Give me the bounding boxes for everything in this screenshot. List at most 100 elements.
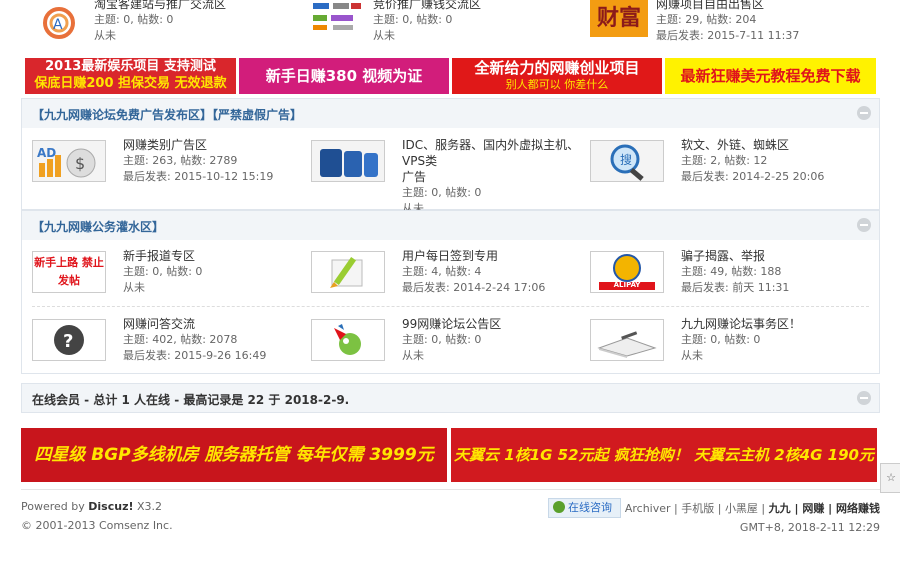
ad-line1: 全新给力的网赚创业项目 (474, 59, 640, 77)
ad-line2: 保底日赚200 担保交易 无效退款 (34, 76, 227, 91)
forum-scam[interactable]: ALIPAY 骗子揭露、举报 主题: 49, 帖数: 188 最后发表: 前天 … (590, 248, 870, 304)
forum-last: 从未 (123, 281, 145, 294)
section-header-free-ads: 【九九网赚论坛免费广告发布区】【严禁虚假广告】 (21, 98, 880, 129)
forum-stat: 主题: 0, 帖数: 0 (373, 13, 453, 26)
svg-text:搜: 搜 (620, 152, 632, 167)
forum-stat: 主题: 0, 帖数: 0 (681, 333, 761, 346)
online-members-bar: 在线会员 - 总计 1 人在线 - 最高记录是 22 于 2018-2-9. (21, 383, 880, 413)
bidding-logos-icon (311, 0, 363, 33)
section-title[interactable]: 【九九网赚论坛免费广告发布区】【严禁虚假广告】 (32, 106, 302, 123)
ad-money-icon: AD $ (32, 140, 106, 182)
forum-stat: 主题: 29, 帖数: 204 (656, 13, 757, 26)
ad-line2: 别人都可以 你差什么 (505, 78, 609, 91)
forum-last: 最后发表: 2014-2-24 17:06 (402, 281, 546, 294)
footer-link-mobile[interactable]: 手机版 (681, 502, 714, 515)
forum-name[interactable]: 用户每日签到专用 (402, 248, 545, 264)
forum-name[interactable]: 淘宝客建站与推广交流区 (94, 0, 226, 12)
pencil-icon (311, 251, 385, 293)
forum-checkin[interactable]: 用户每日签到专用 主题: 4, 帖数: 4 最后发表: 2014-2-24 17… (311, 248, 591, 304)
forum-stat: 主题: 263, 帖数: 2789 (123, 154, 238, 167)
forum-last: 最后发表: 2015-10-12 15:19 (123, 170, 274, 183)
forum-name[interactable]: 网赚项目自由出售区 (656, 0, 799, 12)
forum-name[interactable]: 网赚类别广告区 (123, 137, 273, 153)
discuz-link[interactable]: Discuz! (88, 500, 133, 513)
forum-affairs[interactable]: 九九网赚论坛事务区！ 主题: 0, 帖数: 0 从未 (590, 316, 870, 372)
forum-stat: 主题: 402, 帖数: 2078 (123, 333, 238, 346)
forum-qa[interactable]: ? 网赚问答交流 主题: 402, 帖数: 2078 最后发表: 2015-9-… (32, 316, 312, 372)
alipay-icon: ALIPAY (590, 251, 664, 293)
forum-stat: 主题: 0, 帖数: 0 (123, 265, 203, 278)
forum-name-cont: 广告 (402, 170, 427, 184)
forum-last: 从未 (402, 349, 424, 362)
forum-name[interactable]: 骗子揭露、举报 (681, 248, 789, 264)
forum-seo[interactable]: 搜 软文、外链、蜘蛛区 主题: 2, 帖数: 12 最后发表: 2014-2-2… (590, 137, 870, 193)
forum-stat: 主题: 0, 帖数: 0 (402, 333, 482, 346)
forum-last: 从未 (681, 349, 703, 362)
forum-stat: 主题: 0, 帖数: 0 (402, 186, 482, 199)
forum-name[interactable]: 软文、外链、蜘蛛区 (681, 137, 824, 153)
forum-name[interactable]: 竞价推广赚钱交流区 (373, 0, 481, 12)
footer-time: GMT+8, 2018-2-11 12:29 (739, 521, 880, 534)
svg-text:$: $ (75, 154, 85, 173)
ad-banner-3[interactable]: 全新给力的网赚创业项目 别人都可以 你差什么 (452, 58, 662, 94)
wealth-icon: 财富 (590, 0, 648, 37)
consult-icon (553, 501, 565, 513)
ad-line1: 最新狂赚美元教程免费下载 (680, 67, 861, 85)
forum-name[interactable]: 网赚问答交流 (123, 316, 266, 332)
footer-link-archiver[interactable]: Archiver (625, 502, 671, 515)
footer-link-site[interactable]: 九九 | 网赚 | 网络赚钱 (769, 502, 880, 515)
forum-last: 从未 (373, 29, 395, 42)
section-body-free-ads: AD $ 网赚类别广告区 主题: 263, 帖数: 2789 最后发表: 2015… (21, 128, 880, 215)
forum-project-sale[interactable]: 财富 网赚项目自由出售区 主题: 29, 帖数: 204 最后发表: 2015-… (590, 0, 870, 52)
forum-last: 从未 (94, 29, 116, 42)
row-divider (32, 306, 869, 307)
online-consult-button[interactable]: 在线咨询 (548, 498, 621, 518)
forum-stat: 主题: 49, 帖数: 188 (681, 265, 782, 278)
book-icon (590, 319, 664, 361)
footer-copyright: © 2001-2013 Comsenz Inc. (21, 519, 173, 532)
question-icon: ? (32, 319, 106, 361)
ad-banner-2[interactable]: 新手日赚380 视频为证 (239, 58, 449, 94)
forum-last: 最后发表: 前天 11:31 (681, 281, 790, 294)
ad-banner-1[interactable]: 2013最新娱乐项目 支持测试 保底日赚200 担保交易 无效退款 (25, 58, 236, 94)
forum-last: 最后发表: 2014-2-25 20:06 (681, 170, 825, 183)
forum-name[interactable]: IDC、服务器、国内外虚拟主机、VPS类 (402, 137, 591, 169)
side-float-button[interactable]: ☆ (880, 463, 900, 493)
taobao-icon: A (39, 0, 79, 39)
expand-icon[interactable] (857, 391, 871, 405)
forum-stat: 主题: 0, 帖数: 0 (94, 13, 174, 26)
ad-text: 四星级 BGP多线机房 服务器托管 每年仅需 3999元 (34, 445, 434, 465)
forum-stat: 主题: 4, 帖数: 4 (402, 265, 482, 278)
ad-line1: 新手日赚380 视频为证 (265, 67, 423, 85)
section-title[interactable]: 【九九网赚公务灌水区】 (32, 218, 164, 235)
top-forum-row: A 淘宝客建站与推广交流区 主题: 0, 帖数: 0 从未 竞价推广赚钱交流区 … (21, 0, 880, 52)
forum-taobao[interactable]: A 淘宝客建站与推广交流区 主题: 0, 帖数: 0 从未 (39, 0, 319, 52)
online-text[interactable]: 在线会员 - 总计 1 人在线 - 最高记录是 22 于 2018-2-9. (32, 391, 349, 408)
server-icon (311, 140, 385, 182)
forum-name[interactable]: 99网赚论坛公告区 (402, 316, 501, 332)
forum-name[interactable]: 九九网赚论坛事务区！ (681, 316, 801, 332)
forum-idc[interactable]: IDC、服务器、国内外虚拟主机、VPS类 广告 主题: 0, 帖数: 0 从未 (311, 137, 591, 215)
newbie-icon: 新手上路 禁止发帖 (32, 251, 106, 293)
footer-link-darkroom[interactable]: 小黑屋 (725, 502, 758, 515)
footer-links: Archiver | 手机版 | 小黑屋 | 九九 | 网赚 | 网络赚钱 (624, 502, 880, 515)
svg-text:A: A (53, 17, 63, 33)
version: X3.2 (137, 500, 163, 513)
forum-announce[interactable]: 99网赚论坛公告区 主题: 0, 帖数: 0 从未 (311, 316, 591, 372)
forum-ad-category[interactable]: AD $ 网赚类别广告区 主题: 263, 帖数: 2789 最后发表: 2015… (32, 137, 312, 193)
forum-bidding[interactable]: 竞价推广赚钱交流区 主题: 0, 帖数: 0 从未 (311, 0, 591, 52)
forum-name[interactable]: 新手报道专区 (123, 248, 202, 264)
forum-stat: 主题: 2, 帖数: 12 (681, 154, 768, 167)
section-header-water: 【九九网赚公务灌水区】 (21, 210, 880, 241)
ad-banner-4[interactable]: 最新狂赚美元教程免费下载 (665, 58, 876, 94)
collapse-icon[interactable] (857, 218, 871, 232)
ad-bottom-cloud[interactable]: 天翼云 1核1G 52元起 疯狂抢购！ 天翼云主机 2核4G 190元起 (451, 428, 877, 482)
ad-line1: 2013最新娱乐项目 支持测试 (45, 59, 216, 74)
powered-label: Powered by (21, 500, 85, 513)
ad-bottom-hosting[interactable]: 四星级 BGP多线机房 服务器托管 每年仅需 3999元 (21, 428, 447, 482)
magnifier-icon: 搜 (590, 140, 664, 182)
forum-newbie[interactable]: 新手上路 禁止发帖 新手报道专区 主题: 0, 帖数: 0 从未 (32, 248, 312, 304)
collapse-icon[interactable] (857, 106, 871, 120)
ad-text: 天翼云 1核1G 52元起 疯狂抢购！ 天翼云主机 2核4G 190元起 (454, 446, 874, 464)
section-body-water: 新手上路 禁止发帖 新手报道专区 主题: 0, 帖数: 0 从未 用户每日签到专… (21, 240, 880, 374)
